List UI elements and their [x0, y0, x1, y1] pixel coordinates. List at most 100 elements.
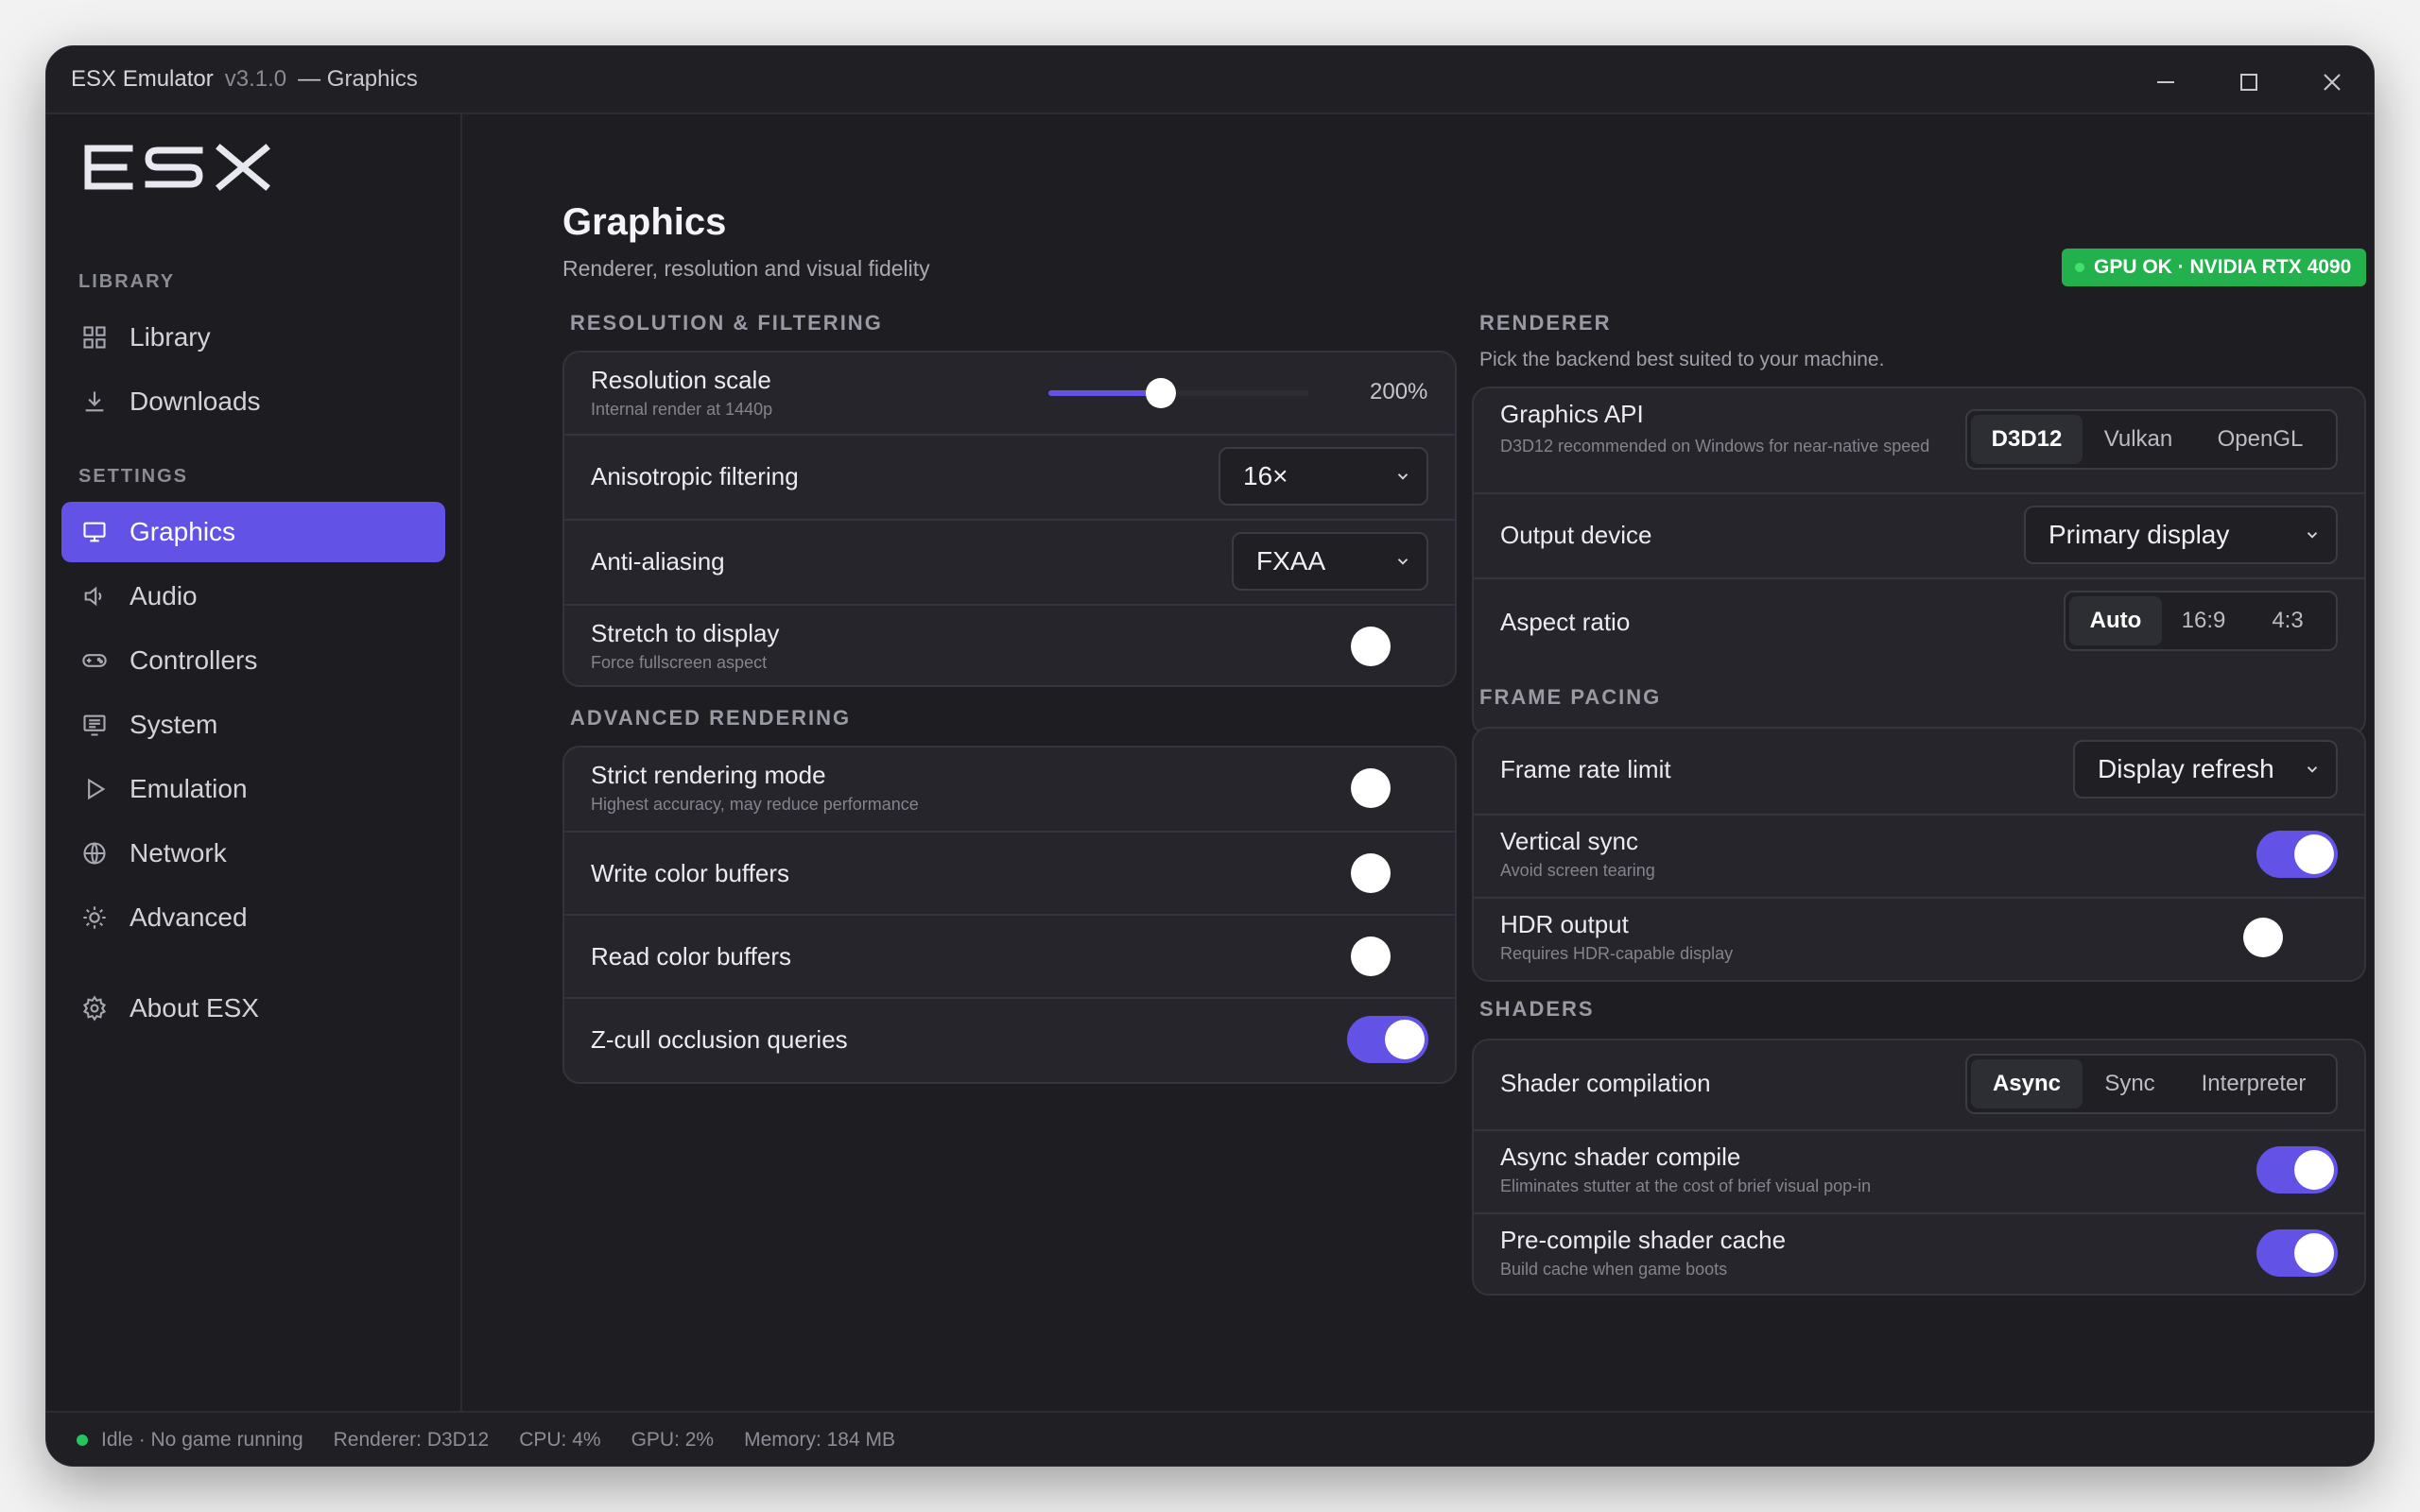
- compile-option-sync[interactable]: Sync: [2083, 1059, 2177, 1108]
- speaker-icon: [80, 582, 109, 610]
- minimize-button[interactable]: [2147, 63, 2185, 101]
- resolution-scale-fill: [1048, 390, 1161, 396]
- output-device-select[interactable]: Primary display: [2024, 506, 2338, 564]
- sidebar-item-label: About ESX: [130, 993, 259, 1022]
- precompile-label: Pre-compile shader cache: [1500, 1226, 1787, 1254]
- strict-toggle[interactable]: [1347, 765, 1428, 812]
- async-shader-toggle[interactable]: [2256, 1146, 2338, 1194]
- close-icon: [2324, 74, 2341, 91]
- app-window: ESX Emulator v3.1.0 — Graphics LIBRARY L…: [45, 45, 2375, 1467]
- toggle-knob: [1385, 1020, 1425, 1059]
- window-version: v3.1.0: [224, 66, 287, 92]
- zcull-toggle[interactable]: [1347, 1016, 1428, 1063]
- title-bar: ESX Emulator v3.1.0 — Graphics: [46, 46, 2374, 114]
- main-content: Graphics Renderer, resolution and visual…: [464, 114, 2374, 1411]
- status-bar: Idle · No game running Renderer: D3D12 C…: [46, 1411, 2374, 1466]
- shaders-card: Shader compilation Async Sync Interprete…: [1472, 1039, 2366, 1296]
- settings-section-label: SETTINGS: [78, 466, 189, 487]
- status-cpu: CPU: 4%: [519, 1429, 601, 1451]
- frame-limit-row: Frame rate limit Display refresh: [1474, 729, 2364, 814]
- shader-compilation-label: Shader compilation: [1500, 1069, 1711, 1097]
- gpu-status-badge: GPU OK · NVIDIA RTX 4090: [2062, 249, 2367, 286]
- sidebar: LIBRARY Library Downloads SETTINGS Graph…: [46, 114, 462, 1411]
- close-button[interactable]: [2313, 63, 2351, 101]
- play-icon: [80, 775, 109, 803]
- section-shaders: SHADERS: [1479, 997, 1595, 1021]
- frame-pacing-card: Frame rate limit Display refresh Vertica…: [1472, 727, 2366, 982]
- chevron-down-icon: [2307, 532, 2318, 539]
- toggle-knob: [1351, 853, 1391, 893]
- sidebar-item-graphics[interactable]: Graphics: [61, 502, 445, 562]
- monitor-icon: [80, 518, 109, 546]
- chevron-down-icon: [1397, 473, 1409, 480]
- hdr-row: HDR output Requires HDR-capable display: [1474, 897, 2364, 980]
- sidebar-item-label: System: [130, 710, 218, 739]
- async-shader-label: Async shader compile: [1500, 1143, 1741, 1171]
- maximize-button[interactable]: [2230, 63, 2268, 101]
- status-dot-icon: [2075, 263, 2084, 272]
- async-shader-hint: Eliminates stutter at the cost of brief …: [1500, 1177, 1872, 1195]
- sidebar-item-label: Network: [130, 838, 227, 868]
- graphics-api-row: Graphics API D3D12 recommended on Window…: [1474, 388, 2364, 492]
- sidebar-item-label: Controllers: [130, 645, 258, 675]
- stretch-toggle[interactable]: [1347, 623, 1428, 670]
- chevron-down-icon: [2307, 766, 2318, 773]
- output-device-row: Output device Primary display: [1474, 492, 2364, 577]
- toggle-knob: [2294, 834, 2334, 874]
- minimize-icon: [2157, 81, 2174, 83]
- page-title: Graphics: [562, 201, 727, 243]
- graphics-api-label: Graphics API: [1500, 400, 1644, 428]
- status-gpu: GPU: 2%: [631, 1429, 715, 1451]
- aspect-option-16-9[interactable]: 16:9: [2162, 596, 2245, 645]
- sidebar-item-system[interactable]: System: [61, 695, 445, 755]
- aspect-ratio-selector[interactable]: Auto 16:9 4:3: [2064, 591, 2338, 651]
- resolution-scale-thumb[interactable]: [1146, 378, 1176, 408]
- maximize-icon: [2240, 74, 2257, 91]
- stretch-hint: Force fullscreen aspect: [591, 653, 768, 672]
- antialiasing-select[interactable]: FXAA: [1232, 532, 1428, 591]
- globe-icon: [80, 839, 109, 868]
- read-buffers-label: Read color buffers: [591, 942, 791, 971]
- strict-hint: Highest accuracy, may reduce performance: [591, 795, 919, 814]
- api-option-opengl[interactable]: OpenGL: [2194, 415, 2326, 464]
- anisotropic-select[interactable]: 16×: [1219, 447, 1428, 506]
- toggle-knob: [1351, 936, 1391, 976]
- sidebar-item-downloads[interactable]: Downloads: [61, 371, 445, 432]
- sidebar-item-about[interactable]: About ESX: [61, 978, 445, 1039]
- vsync-row: Vertical sync Avoid screen tearing: [1474, 814, 2364, 897]
- sidebar-item-advanced[interactable]: Advanced: [61, 887, 445, 948]
- sidebar-item-controllers[interactable]: Controllers: [61, 630, 445, 691]
- antialiasing-row: Anti-aliasing FXAA: [564, 519, 1455, 604]
- aspect-option-4-3[interactable]: 4:3: [2245, 596, 2330, 645]
- vsync-toggle[interactable]: [2256, 831, 2338, 878]
- sidebar-item-network[interactable]: Network: [61, 823, 445, 884]
- compile-option-interpreter[interactable]: Interpreter: [2177, 1059, 2330, 1108]
- sidebar-item-library[interactable]: Library: [61, 307, 445, 368]
- shader-compilation-row: Shader compilation Async Sync Interprete…: [1474, 1040, 2364, 1129]
- sidebar-item-label: Graphics: [130, 517, 236, 546]
- api-option-d3d12[interactable]: D3D12: [1971, 415, 2083, 464]
- antialiasing-value: FXAA: [1256, 546, 1326, 576]
- api-option-vulkan[interactable]: Vulkan: [2083, 415, 2194, 464]
- hdr-toggle[interactable]: [2239, 914, 2321, 961]
- sidebar-item-emulation[interactable]: Emulation: [61, 759, 445, 819]
- frame-limit-select[interactable]: Display refresh: [2073, 740, 2338, 799]
- advanced-card: Strict rendering mode Highest accuracy, …: [562, 746, 1457, 1084]
- aspect-option-auto[interactable]: Auto: [2069, 596, 2162, 645]
- shader-compilation-selector[interactable]: Async Sync Interpreter: [1965, 1054, 2338, 1114]
- anisotropic-value: 16×: [1243, 461, 1288, 490]
- section-resolution: RESOLUTION & FILTERING: [570, 311, 883, 335]
- strict-row: Strict rendering mode Highest accuracy, …: [564, 747, 1455, 831]
- write-buffers-toggle[interactable]: [1347, 850, 1428, 897]
- sidebar-item-audio[interactable]: Audio: [61, 566, 445, 627]
- graphics-api-selector[interactable]: D3D12 Vulkan OpenGL: [1965, 409, 2338, 470]
- precompile-toggle[interactable]: [2256, 1229, 2338, 1277]
- toggle-knob: [1351, 627, 1391, 666]
- read-buffers-toggle[interactable]: [1347, 933, 1428, 980]
- resolution-scale-row: Resolution scale Internal render at 1440…: [564, 352, 1455, 434]
- compile-option-async[interactable]: Async: [1971, 1059, 2083, 1108]
- zcull-label: Z-cull occlusion queries: [591, 1025, 848, 1054]
- toggle-knob: [2294, 1233, 2334, 1273]
- hdr-hint: Requires HDR-capable display: [1500, 944, 1734, 963]
- strict-label: Strict rendering mode: [591, 761, 826, 789]
